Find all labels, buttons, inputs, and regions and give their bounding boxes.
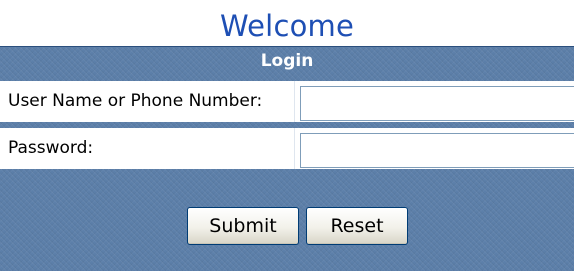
username-or-phone-input[interactable] xyxy=(300,86,574,121)
welcome-title: Welcome xyxy=(219,9,355,43)
reset-button[interactable]: Reset xyxy=(306,207,408,245)
login-actions: Submit Reset xyxy=(0,207,574,247)
username-row-divider xyxy=(294,81,295,122)
password-row-divider xyxy=(294,128,295,169)
password-input[interactable] xyxy=(300,133,574,168)
submit-button[interactable]: Submit xyxy=(187,207,299,245)
password-label: Password: xyxy=(8,138,94,158)
username-label: User Name or Phone Number: xyxy=(8,91,263,111)
username-row: User Name or Phone Number: xyxy=(0,81,574,122)
login-header: Login xyxy=(260,51,314,71)
login-page: Welcome Login User Name or Phone Number:… xyxy=(0,0,574,271)
password-row: Password: xyxy=(0,128,574,169)
login-form: Login User Name or Phone Number: Passwor… xyxy=(0,46,574,271)
